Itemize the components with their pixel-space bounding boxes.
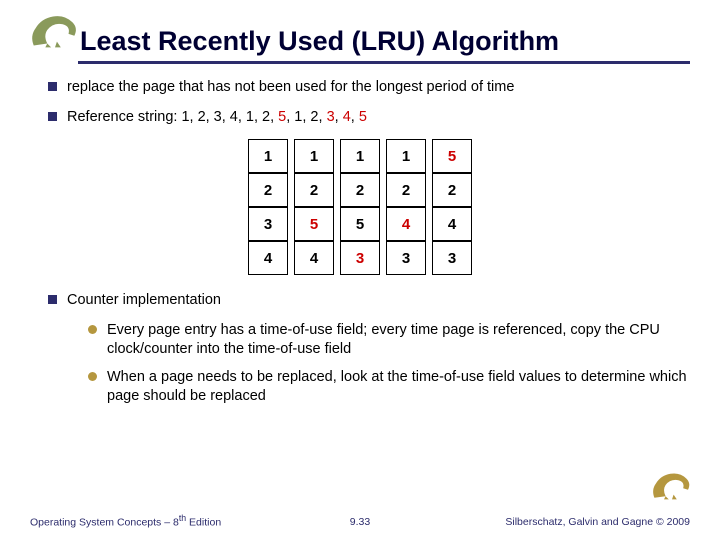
table-cell: 1 bbox=[248, 139, 288, 173]
table-cell: 5 bbox=[340, 207, 380, 241]
footer-slide-number: 9.33 bbox=[350, 516, 370, 528]
ref-mid2: , bbox=[335, 109, 343, 125]
bullet-3a: Every page entry has a time-of-use field… bbox=[88, 321, 690, 360]
table-cell: 5 bbox=[294, 207, 334, 241]
table-cell: 2 bbox=[248, 173, 288, 207]
circle-bullet-icon bbox=[88, 325, 97, 334]
bullet-3a-text: Every page entry has a time-of-use field… bbox=[107, 321, 690, 360]
ref-mid3: , bbox=[351, 109, 359, 125]
table-row: 44333 bbox=[248, 241, 472, 275]
square-bullet-icon bbox=[48, 82, 57, 91]
table-row: 11115 bbox=[248, 139, 472, 173]
page-title: Least Recently Used (LRU) Algorithm bbox=[78, 26, 690, 64]
bullet-3: Counter implementation bbox=[48, 291, 690, 311]
bullet-3-text: Counter implementation bbox=[67, 291, 221, 311]
table-cell: 2 bbox=[294, 173, 334, 207]
footer-left-b: Edition bbox=[186, 516, 221, 528]
bullet-1: replace the page that has not been used … bbox=[48, 78, 690, 98]
dinosaur-icon bbox=[648, 466, 696, 504]
table-cell: 2 bbox=[386, 173, 426, 207]
ref-mid1: , 1, 2, bbox=[286, 109, 326, 125]
table-cell: 2 bbox=[340, 173, 380, 207]
table-row: 22222 bbox=[248, 173, 472, 207]
table-cell: 3 bbox=[386, 241, 426, 275]
table-cell: 4 bbox=[386, 207, 426, 241]
square-bullet-icon bbox=[48, 295, 57, 304]
ref-4: 4 bbox=[343, 109, 351, 125]
bullet-2-text: Reference string: 1, 2, 3, 4, 1, 2, 5 , 1… bbox=[67, 108, 367, 128]
ref-5b: 5 bbox=[359, 109, 367, 125]
table-cell: 3 bbox=[432, 241, 472, 275]
table-cell: 3 bbox=[248, 207, 288, 241]
circle-bullet-icon bbox=[88, 372, 97, 381]
frames-table: 11115222223554444333 bbox=[242, 139, 478, 275]
footer-left-a: Operating System Concepts – 8 bbox=[30, 516, 179, 528]
table-row: 35544 bbox=[248, 207, 472, 241]
bullet-3b: When a page needs to be replaced, look a… bbox=[88, 368, 690, 407]
bullet-2: Reference string: 1, 2, 3, 4, 1, 2, 5 , 1… bbox=[48, 108, 690, 128]
table-cell: 4 bbox=[294, 241, 334, 275]
table-cell: 2 bbox=[432, 173, 472, 207]
table-cell: 5 bbox=[432, 139, 472, 173]
ref-string-prefix: Reference string: 1, 2, 3, 4, 1, 2, bbox=[67, 109, 278, 125]
bullet-3b-text: When a page needs to be replaced, look a… bbox=[107, 368, 690, 407]
table-cell: 3 bbox=[340, 241, 380, 275]
table-cell: 1 bbox=[340, 139, 380, 173]
dinosaur-icon bbox=[26, 8, 84, 52]
square-bullet-icon bbox=[48, 112, 57, 121]
slide: Least Recently Used (LRU) Algorithm repl… bbox=[0, 0, 720, 540]
footer: Operating System Concepts – 8th Edition … bbox=[30, 513, 690, 529]
frames-table-wrap: 11115222223554444333 bbox=[30, 139, 690, 275]
ref-3: 3 bbox=[327, 109, 335, 125]
content: replace the page that has not been used … bbox=[30, 78, 690, 407]
table-cell: 1 bbox=[386, 139, 426, 173]
table-cell: 4 bbox=[248, 241, 288, 275]
table-cell: 1 bbox=[294, 139, 334, 173]
footer-left: Operating System Concepts – 8th Edition bbox=[30, 513, 221, 529]
bullet-1-text: replace the page that has not been used … bbox=[67, 78, 514, 98]
table-cell: 4 bbox=[432, 207, 472, 241]
footer-right: Silberschatz, Galvin and Gagne © 2009 bbox=[505, 516, 690, 528]
title-area: Least Recently Used (LRU) Algorithm bbox=[78, 26, 690, 64]
